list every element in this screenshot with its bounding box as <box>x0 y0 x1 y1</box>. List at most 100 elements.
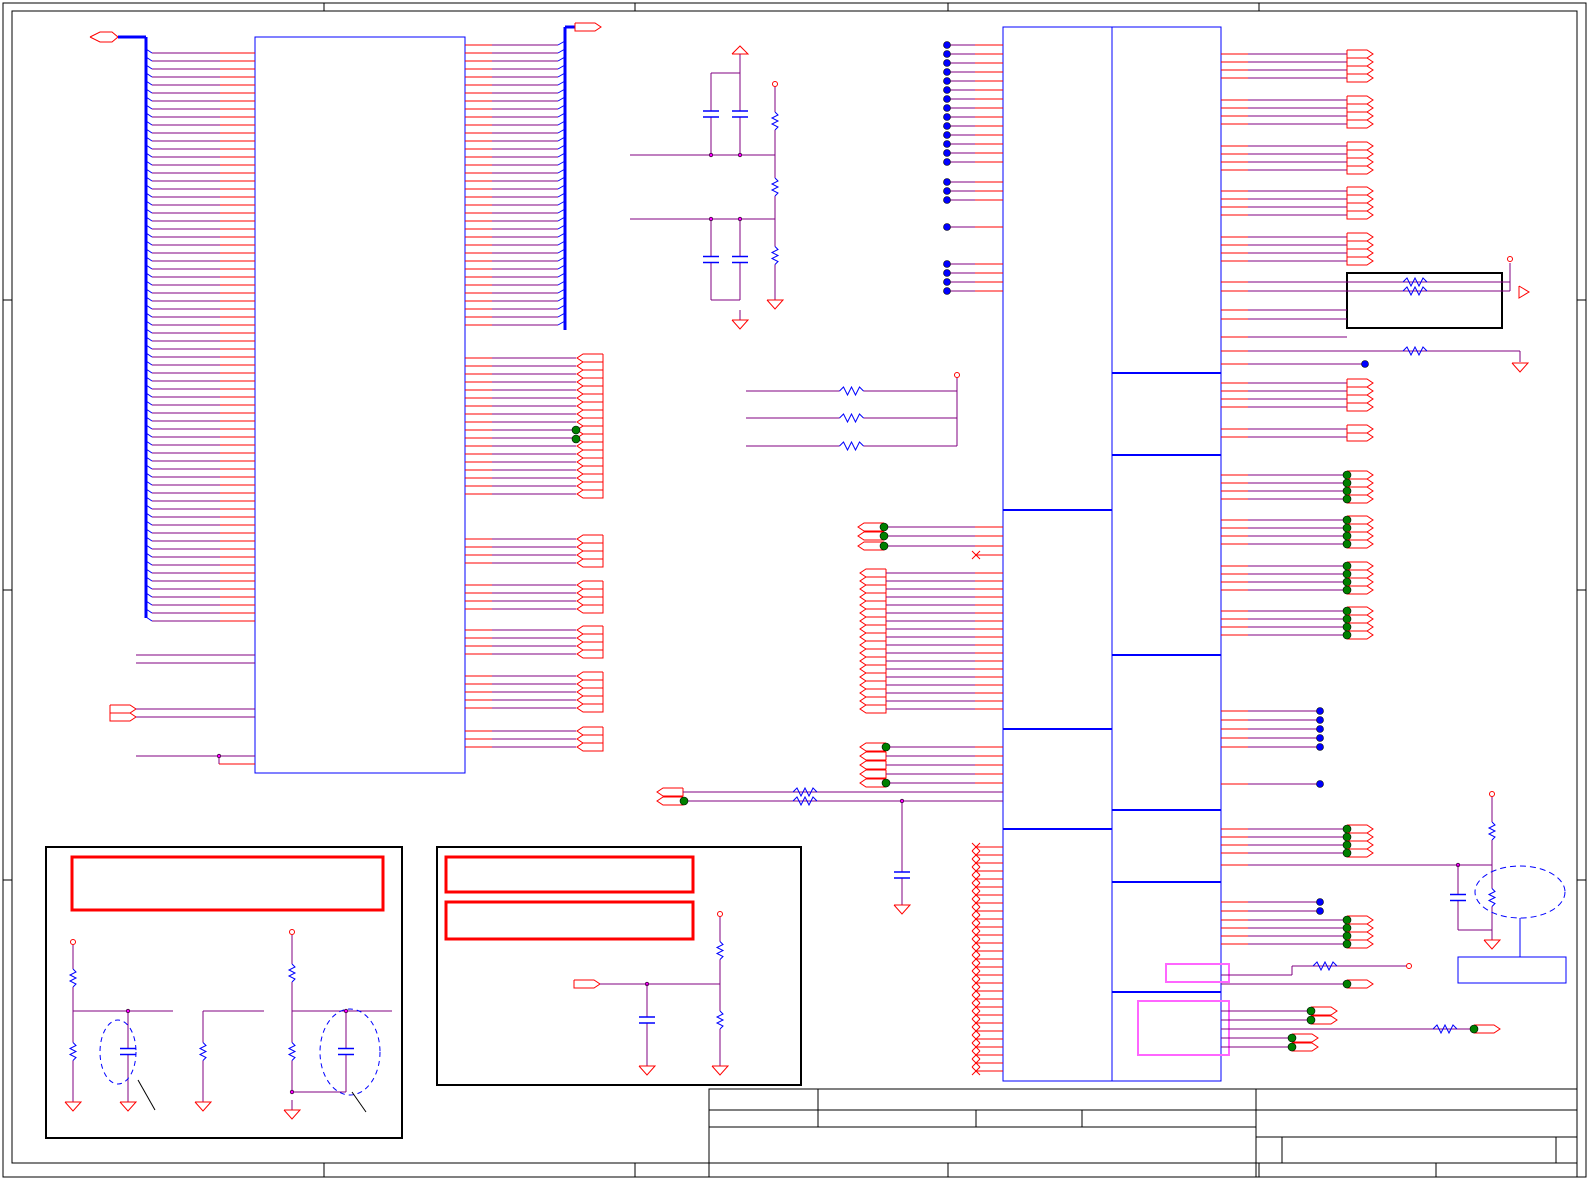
power-symbol <box>1406 963 1412 969</box>
port-symbol <box>1346 141 1374 151</box>
net-dot <box>943 269 951 277</box>
port-symbol <box>1346 103 1374 113</box>
net-dot <box>943 196 951 204</box>
junction <box>708 152 714 158</box>
inner-frame <box>11 10 1578 1164</box>
ground-symbol <box>893 904 912 915</box>
port-symbol <box>859 648 887 658</box>
ground-symbol <box>731 319 750 330</box>
port-symbol <box>576 633 604 643</box>
ground-symbol <box>766 299 785 310</box>
junction <box>708 216 714 222</box>
net-dot <box>943 140 951 148</box>
junction <box>289 1089 295 1095</box>
resistor <box>1487 888 1497 907</box>
net-dot <box>1316 725 1324 733</box>
port-symbol <box>1346 65 1374 75</box>
net-dot <box>1342 840 1352 850</box>
port-symbol <box>859 769 887 779</box>
bus-port-left <box>89 31 119 43</box>
port-symbol <box>859 584 887 594</box>
resistor <box>715 1010 725 1030</box>
net-dot <box>1342 470 1352 480</box>
net-dot <box>1342 539 1352 549</box>
port-symbol <box>576 449 604 459</box>
note-box <box>70 855 385 912</box>
net-dot <box>1306 1006 1316 1016</box>
port-symbol <box>576 473 604 483</box>
net-dot <box>943 86 951 94</box>
net-dot <box>1316 743 1324 751</box>
resistor-group-box <box>1346 272 1503 329</box>
net-dot <box>1306 1015 1316 1025</box>
net-dot <box>881 742 891 752</box>
port-symbol <box>1346 386 1374 396</box>
net-dot <box>1316 734 1324 742</box>
net-dot <box>1342 523 1352 533</box>
note-box <box>444 900 695 941</box>
resistor <box>770 111 780 131</box>
port-symbol <box>576 465 604 475</box>
port-symbol <box>576 695 604 705</box>
port-symbol <box>576 596 604 606</box>
port-symbol <box>576 353 604 363</box>
port-symbol <box>1346 256 1374 266</box>
net-dot <box>1342 561 1352 571</box>
net-dot <box>1342 939 1352 949</box>
port-symbol <box>576 558 604 568</box>
callout-leader <box>137 1079 156 1111</box>
net-dot <box>1361 360 1369 368</box>
ground-symbol <box>638 1065 657 1076</box>
port-symbol <box>576 425 604 435</box>
net-dot <box>943 287 951 295</box>
port-symbol <box>1346 432 1374 442</box>
net-dot <box>943 77 951 85</box>
net-dot <box>1316 716 1324 724</box>
bus-ripper <box>145 616 153 622</box>
port-symbol <box>576 417 604 427</box>
port-symbol <box>859 664 887 674</box>
port-symbol <box>859 640 887 650</box>
resistor <box>770 177 780 197</box>
port-symbol <box>859 624 887 634</box>
net-dot <box>879 541 889 551</box>
port-symbol <box>576 481 604 491</box>
port-symbol <box>576 726 604 736</box>
port-symbol <box>576 369 604 379</box>
port-symbol <box>576 542 604 552</box>
net-dot <box>943 187 951 195</box>
net-dot <box>571 434 581 444</box>
port-symbol <box>576 534 604 544</box>
port-symbol <box>576 734 604 744</box>
port-symbol <box>1346 378 1374 388</box>
net-dot <box>1342 923 1352 933</box>
net-dot <box>943 122 951 130</box>
highlight-ellipse <box>319 1008 381 1096</box>
port-symbol <box>1346 232 1374 242</box>
port-symbol <box>576 588 604 598</box>
net-dot <box>879 522 889 532</box>
port-symbol <box>1346 157 1374 167</box>
port-symbol <box>859 696 887 706</box>
power-symbol <box>70 939 76 945</box>
net-dot <box>1342 931 1352 941</box>
port-symbol <box>576 580 604 590</box>
bus-port-right <box>574 22 602 32</box>
callout-box <box>1457 956 1567 984</box>
resistor <box>68 968 78 988</box>
port-symbol <box>859 704 887 714</box>
port-symbol <box>576 671 604 681</box>
port-symbol <box>859 616 887 626</box>
net-dot <box>1342 515 1352 525</box>
port-symbol <box>1346 149 1374 159</box>
resistor <box>287 963 297 983</box>
resistor <box>715 941 725 960</box>
junction <box>216 753 222 759</box>
port-symbol <box>859 672 887 682</box>
title-block <box>708 1088 1578 1178</box>
power-symbol <box>717 911 723 917</box>
port-symbol <box>576 604 604 614</box>
port-symbol <box>859 600 887 610</box>
net-dot <box>1342 531 1352 541</box>
port-symbol <box>576 441 604 451</box>
